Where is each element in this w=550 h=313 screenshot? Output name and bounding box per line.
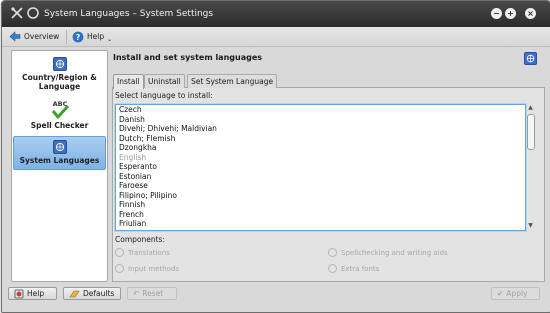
apply-button-label: Apply bbox=[506, 289, 528, 298]
component-input-methods[interactable]: Input methods bbox=[115, 264, 179, 273]
sidebar-item-country-region-language[interactable]: Country/Region & Language bbox=[13, 57, 106, 95]
scroll-down-icon[interactable]: ▼ bbox=[526, 222, 535, 230]
tools-icon[interactable] bbox=[10, 6, 24, 20]
svg-text:?: ? bbox=[76, 33, 81, 42]
language-item[interactable]: Divehi; Dhivehi; Maldivian bbox=[116, 124, 525, 134]
sidebar-item-label: System Languages bbox=[19, 156, 100, 165]
scroll-up-icon[interactable]: ▲ bbox=[526, 104, 535, 112]
sidebar-item-label: Country/Region & Language bbox=[22, 73, 97, 91]
minimize-button[interactable]: − bbox=[491, 8, 502, 19]
language-item[interactable]: Esperanto bbox=[116, 162, 525, 172]
sidebar-item-spell-checker[interactable]: ABC Spell Checker bbox=[13, 99, 106, 133]
defaults-icon bbox=[69, 290, 80, 297]
chevron-down-icon: ⌄ bbox=[107, 36, 113, 43]
flag-globe-icon bbox=[52, 140, 67, 154]
component-spellchecking[interactable]: Spellchecking and writing aids bbox=[328, 248, 448, 257]
select-language-label: Select language to install: bbox=[115, 91, 213, 100]
toolbar: Overview ? Help ⌄ bbox=[2, 27, 550, 47]
window-title: System Languages – System Settings bbox=[44, 9, 214, 19]
help-button-label: Help bbox=[27, 289, 45, 298]
tab-label: Install bbox=[117, 77, 140, 86]
language-item[interactable]: Finnish bbox=[116, 200, 525, 210]
checkbox[interactable] bbox=[115, 264, 124, 273]
language-list-scrollbar[interactable]: ▲ ▼ bbox=[526, 104, 535, 230]
checkmark-icon: ✔ bbox=[497, 289, 504, 298]
sidebar-item-system-languages[interactable]: System Languages bbox=[13, 136, 106, 170]
components-label: Components: bbox=[115, 235, 165, 244]
defaults-button[interactable]: Defaults bbox=[63, 287, 121, 300]
sidebar-item-label: Spell Checker bbox=[30, 121, 89, 130]
language-item[interactable]: Czech bbox=[116, 105, 525, 115]
spell-check-icon: ABC bbox=[51, 100, 69, 119]
language-item[interactable]: Faroese bbox=[116, 181, 525, 191]
language-item[interactable]: Dutch; Flemish bbox=[116, 134, 525, 144]
component-label: Spellchecking and writing aids bbox=[341, 248, 448, 257]
maximize-button[interactable]: + bbox=[505, 8, 516, 19]
checkbox[interactable] bbox=[328, 264, 337, 273]
tab-label: Set System Language bbox=[191, 77, 274, 86]
apply-button[interactable]: ✔ Apply bbox=[491, 287, 540, 300]
help-label: Help bbox=[87, 32, 105, 41]
language-item[interactable]: Danish bbox=[116, 115, 525, 125]
scroll-thumb[interactable] bbox=[527, 114, 535, 150]
component-label: Input methods bbox=[128, 264, 180, 273]
reset-button[interactable]: ↶ Reset bbox=[127, 287, 177, 300]
toolbar-separator bbox=[66, 29, 67, 44]
tab-label: Uninstall bbox=[148, 77, 181, 86]
bottom-button-bar: Help Defaults ↶ Reset ✔ Apply bbox=[2, 284, 550, 312]
help-menu-button[interactable]: ? Help ⌄ bbox=[72, 29, 112, 44]
language-item[interactable]: Estonian bbox=[116, 172, 525, 182]
help-button[interactable]: Help bbox=[8, 287, 57, 300]
help-icon: ? bbox=[72, 31, 84, 42]
system-settings-window: System Languages – System Settings − + ×… bbox=[1, 0, 550, 313]
component-label: Translations bbox=[128, 248, 170, 257]
tab-install[interactable]: Install bbox=[113, 74, 144, 89]
language-item[interactable]: English bbox=[116, 153, 525, 163]
language-item[interactable]: Friulian bbox=[116, 219, 525, 229]
help-book-icon bbox=[14, 289, 24, 298]
overview-button[interactable]: Overview bbox=[9, 29, 59, 44]
language-item[interactable]: Filipino; Pilipino bbox=[116, 191, 525, 201]
overview-label: Overview bbox=[24, 32, 60, 41]
defaults-button-label: Defaults bbox=[83, 289, 115, 298]
language-list[interactable]: Czech Danish Divehi; Dhivehi; Maldivian Dut… bbox=[115, 104, 526, 231]
panel-title: Install and set system languages bbox=[113, 53, 263, 62]
keep-above-icon[interactable] bbox=[26, 6, 40, 20]
checkbox[interactable] bbox=[328, 248, 337, 257]
component-label: Extra fonts bbox=[341, 264, 380, 273]
title-bar: System Languages – System Settings − + × bbox=[2, 1, 550, 27]
sidebar: Country/Region & Language ABC Spell Chec… bbox=[11, 50, 108, 282]
flag-globe-icon bbox=[52, 57, 67, 71]
checkbox[interactable] bbox=[115, 248, 124, 257]
language-item[interactable]: French bbox=[116, 210, 525, 220]
reset-icon: ↶ bbox=[133, 289, 140, 298]
reset-button-label: Reset bbox=[142, 289, 164, 298]
language-item[interactable]: Dzongkha bbox=[116, 143, 525, 153]
component-translations[interactable]: Translations bbox=[115, 248, 170, 257]
component-extra-fonts[interactable]: Extra fonts bbox=[328, 264, 379, 273]
flag-globe-icon bbox=[524, 52, 537, 65]
tab-set-system-language[interactable]: Set System Language bbox=[187, 74, 278, 88]
close-button[interactable]: × bbox=[525, 8, 536, 19]
back-arrow-icon bbox=[9, 31, 21, 42]
tab-uninstall[interactable]: Uninstall bbox=[144, 74, 185, 88]
